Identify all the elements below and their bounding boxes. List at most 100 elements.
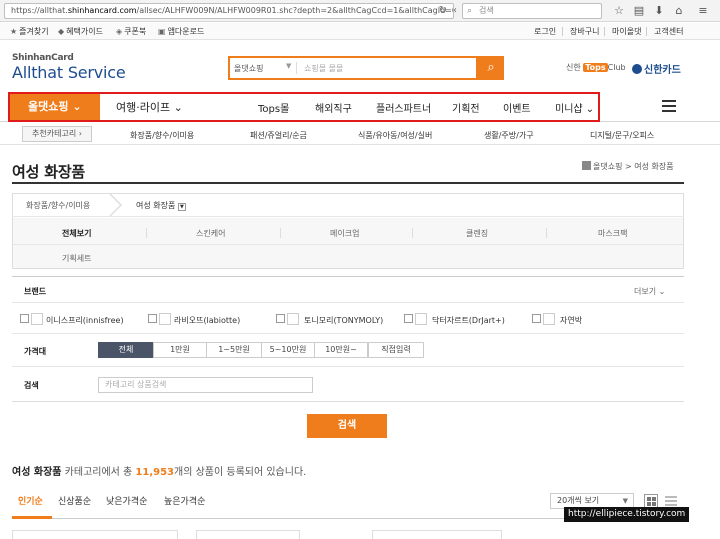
home-icon[interactable]: ⌂ [672,4,686,18]
login-link[interactable]: 로그인 [534,26,556,37]
subcategory-current-select[interactable]: 여성 화장품 ▼ [136,200,186,211]
bookmark-app-download[interactable]: ▣ 앱다운로드 [158,26,204,37]
url-host: shinhancard.com [67,6,137,15]
divider [562,27,563,36]
brand-logo [159,313,171,325]
category-digital[interactable]: 디지털/문구/오피스 [590,130,654,141]
divider [12,366,684,367]
category-fashion[interactable]: 패션/쥬얼리/순금 [250,130,307,141]
bookmarks-bar: ★ 즐겨찾기 ◆ 혜택가이드 ◈ 쿠폰북 ▣ 앱다운로드 로그인 장바구니 마이올댓 고… [0,23,720,40]
download-icon[interactable]: ⬇ [652,4,666,18]
brand-checkbox[interactable] [148,314,157,323]
active-tab-indicator [12,516,52,519]
site-search-button[interactable]: ⌕ [478,56,504,80]
divider [12,333,684,334]
subcategory-makeup[interactable]: 메이크업 [330,228,359,239]
subcategory-cleansing[interactable]: 클렌징 [466,228,488,239]
brand-drjart[interactable]: 닥터자르트(DrJart+) [432,315,505,326]
brand-logo [31,313,43,325]
hamburger-menu-icon[interactable] [662,100,676,112]
divider [296,62,297,74]
shinhan-logo-icon [632,64,642,74]
chevron-right-icon [109,193,124,217]
result-count: 여성 화장품 카테고리에서 총 11,953개의 상품이 등록되어 있습니다. [12,467,307,478]
list-view-icon[interactable] [664,494,678,508]
back-icon[interactable]: ‹ [448,3,462,19]
url-prefix: https://allthat. [11,6,68,15]
my-allthat-link[interactable]: 마이올댓 [612,26,641,37]
category-search-input[interactable]: 카테고리 상품검색 [98,377,313,393]
divider [546,228,547,238]
subcategory-parent[interactable]: 화장품/향수/이미용 [26,200,90,211]
browser-toolbar: https://allthat.shinhancard.com/allsec/A… [0,0,720,22]
chevron-down-icon: ⌄ [658,287,666,296]
product-card[interactable] [12,530,178,539]
price-10k-50k-button[interactable]: 1~5만원 [206,342,262,358]
tag-icon: ◈ [116,27,123,36]
brand-labiotte[interactable]: 라비오뜨(labiotte) [174,315,240,326]
site-search-input[interactable]: 쇼핑몰 몰몰 [304,63,343,74]
menu-icon[interactable]: ≡ [696,4,710,18]
search-filter-label: 검색 [24,381,39,390]
divider [412,228,413,238]
price-50k-100k-button[interactable]: 5~10만원 [261,342,315,358]
customer-center-link[interactable]: 고객센터 [654,26,683,37]
app-icon: ▣ [158,27,166,36]
category-food[interactable]: 식품/유아동/여성/실버 [358,130,432,141]
address-bar[interactable]: https://allthat.shinhancard.com/allsec/A… [4,3,454,19]
star-icon: ★ [10,27,18,36]
brand-checkbox[interactable] [276,314,285,323]
sort-high-price[interactable]: 높은가격순 [164,494,205,507]
sort-popular[interactable]: 인기순 [18,494,43,507]
subcategory-maskpack[interactable]: 마스크팩 [598,228,627,239]
category-living[interactable]: 생활/주방/가구 [484,130,534,141]
price-10k-button[interactable]: 1만원 [153,342,207,358]
product-card[interactable] [372,530,502,539]
brand-more-button[interactable]: 더보기 ⌄ [634,286,665,297]
star-icon[interactable]: ☆ [612,4,626,18]
product-card[interactable] [196,530,300,539]
price-custom-button[interactable]: 직접입력 [368,342,424,358]
brand-checkbox[interactable] [20,314,29,323]
bookmarks-icon[interactable]: ▤ [632,4,646,18]
home-icon[interactable] [582,161,591,170]
brand-checkbox[interactable] [532,314,541,323]
subcategory-grid [13,218,683,268]
chevron-down-icon: ▼ [286,62,292,70]
search-category-select[interactable]: 올댓쇼핑 [234,63,263,74]
shinhancard-link[interactable]: 신한카드 [632,61,681,76]
brand-jayeonbak[interactable]: 자연박 [560,315,582,326]
site-search-box: 올댓쇼핑 ▼ 쇼핑몰 몰몰 [228,56,478,80]
recommended-category-button[interactable]: 추천카테고리 › [22,126,92,142]
subcategory-gift-set[interactable]: 기획세트 [62,253,91,264]
bookmark-favorites[interactable]: ★ 즐겨찾기 [10,26,49,37]
subcategory-all[interactable]: 전체보기 [62,228,91,239]
category-cosmetics[interactable]: 화장품/향수/이미용 [130,130,194,141]
watermark: http://ellipiece.tistory.com [564,507,690,522]
divider [13,244,683,245]
bookmark-coupon[interactable]: ◈ 쿠폰북 [116,26,146,37]
logo-allthat-service[interactable]: Allthat Service [12,63,126,82]
url-path: /allsec/ALHFW009N/ALHFW009R01.shc?depth=… [136,6,454,15]
brand-checkbox[interactable] [404,314,413,323]
price-100k-plus-button[interactable]: 10만원~ [314,342,368,358]
tops-club-link[interactable]: 신한 Tops Club [566,62,626,73]
divider [146,228,147,238]
cart-link[interactable]: 장바구니 [570,26,599,37]
brand-innisfree[interactable]: 이니스프리(innisfree) [46,315,124,326]
logo-shinhancard[interactable]: ShinhanCard [12,53,74,63]
price-filter-label: 가격대 [24,347,47,356]
brand-filter-label: 브랜드 [24,287,47,296]
divider [12,302,684,303]
grid-view-icon[interactable] [644,494,658,508]
breadcrumb: 올댓쇼핑 > 여성 화장품 [582,161,674,172]
sort-low-price[interactable]: 낮은가격순 [106,494,147,507]
brand-tonymoly[interactable]: 토니모리(TONYMOLY) [304,315,383,326]
subcategory-skincare[interactable]: 스킨케어 [196,228,225,239]
chevron-down-icon: ▼ [622,497,628,505]
price-all-button[interactable]: 전체 [98,342,154,358]
search-submit-button[interactable]: 검색 [307,414,387,438]
browser-search-input[interactable]: ⌕ 검색 [462,3,602,19]
bookmark-benefit-guide[interactable]: ◆ 혜택가이드 [58,26,103,37]
sort-newest[interactable]: 신상품순 [58,494,91,507]
